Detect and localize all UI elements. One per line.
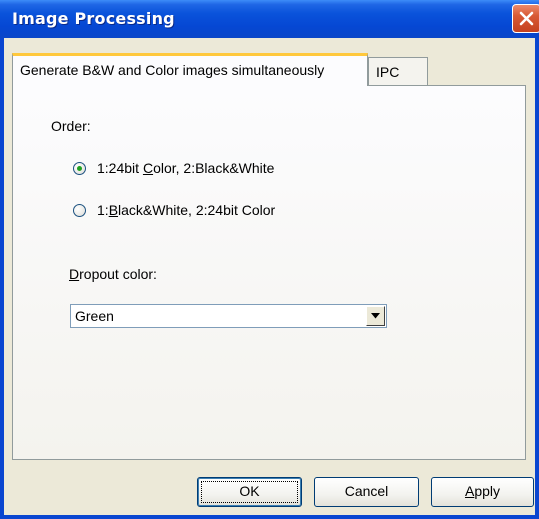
order-radio-color-first[interactable] bbox=[73, 162, 86, 175]
dropdown-button[interactable] bbox=[366, 306, 385, 326]
title-bar[interactable]: Image Processing bbox=[0, 0, 539, 38]
window-border-right bbox=[535, 38, 539, 519]
cancel-button-label: Cancel bbox=[344, 483, 389, 499]
dialog-window: Image Processing Generate B&W and Color … bbox=[0, 0, 539, 519]
dropout-color-label: Dropout color: bbox=[69, 266, 157, 282]
order-option-bw-first-label[interactable]: 1:Black&White, 2:24bit Color bbox=[97, 202, 275, 218]
close-icon bbox=[519, 11, 534, 26]
tab-label: Generate B&W and Color images simultaneo… bbox=[20, 62, 325, 78]
order-option-color-first-label[interactable]: 1:24bit Color, 2:Black&White bbox=[97, 160, 274, 176]
tab-label: IPC bbox=[376, 64, 400, 80]
dropout-color-value: Green bbox=[75, 308, 114, 324]
order-radio-bw-first[interactable] bbox=[73, 204, 86, 217]
ok-button[interactable]: OK bbox=[197, 477, 302, 507]
tab-generate-bw-color[interactable]: Generate B&W and Color images simultaneo… bbox=[12, 53, 368, 86]
apply-button-label: Apply bbox=[464, 483, 501, 499]
order-label: Order: bbox=[51, 118, 91, 134]
window-title: Image Processing bbox=[12, 9, 175, 28]
focus-rectangle bbox=[201, 481, 298, 503]
tab-ipc[interactable]: IPC bbox=[368, 57, 428, 87]
radio-selected-dot bbox=[77, 166, 82, 171]
apply-button[interactable]: Apply bbox=[431, 477, 534, 507]
dropout-color-select[interactable]: Green bbox=[70, 304, 387, 328]
cancel-button[interactable]: Cancel bbox=[314, 477, 419, 507]
chevron-down-icon bbox=[371, 313, 380, 319]
close-button[interactable] bbox=[512, 4, 539, 33]
window-border-bottom bbox=[0, 515, 539, 519]
